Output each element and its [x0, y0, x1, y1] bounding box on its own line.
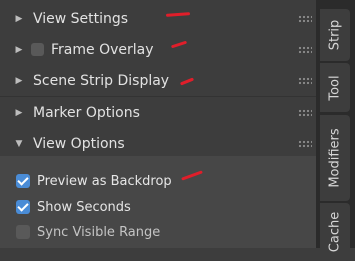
- frame-overlay-checkbox[interactable]: [31, 43, 44, 56]
- panel-header-frame-overlay[interactable]: ▶ Frame Overlay: [0, 34, 316, 65]
- preview-as-backdrop-checkbox[interactable]: [16, 174, 30, 188]
- tab-tool[interactable]: Tool: [320, 63, 350, 112]
- collapsed-arrow-icon: ▶: [15, 107, 23, 118]
- drag-grip-icon[interactable]: [298, 15, 312, 23]
- drag-grip-icon[interactable]: [298, 77, 312, 85]
- panel-header-marker-options[interactable]: ▶ Marker Options: [0, 97, 316, 128]
- panel-header-view-options[interactable]: ▼ View Options: [0, 128, 316, 159]
- sync-visible-range-option[interactable]: Sync Visible Range: [16, 222, 160, 242]
- expanded-arrow-icon: ▼: [15, 138, 23, 149]
- panel-header-label: Marker Options: [33, 104, 140, 121]
- panel-header-scene-strip-display[interactable]: ▶ Scene Strip Display: [0, 65, 316, 96]
- drag-grip-icon[interactable]: [298, 140, 312, 148]
- option-label: Show Seconds: [37, 199, 131, 215]
- tab-label: Strip: [327, 19, 343, 51]
- tab-label: Tool: [327, 74, 343, 101]
- option-label: Sync Visible Range: [37, 224, 161, 240]
- tab-strip[interactable]: Strip: [320, 9, 350, 61]
- sync-visible-range-checkbox[interactable]: [16, 225, 30, 239]
- tab-label: Modifiers: [327, 128, 343, 188]
- tab-label: Cache: [327, 211, 343, 253]
- panel-header-label: Scene Strip Display: [33, 72, 170, 89]
- drag-grip-icon[interactable]: [298, 109, 312, 117]
- drag-grip-icon[interactable]: [298, 46, 312, 54]
- panel-header-label: View Settings: [33, 10, 129, 27]
- show-seconds-checkbox[interactable]: [16, 200, 30, 214]
- sidebar-tab-strip: Strip Tool Modifiers Cache: [316, 0, 355, 261]
- sidebar-panel: ▶ View Settings ▶ Frame Overlay ▶ Scene …: [0, 0, 316, 248]
- collapsed-arrow-icon: ▶: [15, 44, 23, 55]
- panel-header-label: Frame Overlay: [51, 41, 154, 58]
- collapsed-arrow-icon: ▶: [15, 13, 23, 24]
- show-seconds-option[interactable]: Show Seconds: [16, 197, 131, 217]
- preview-as-backdrop-option[interactable]: Preview as Backdrop: [16, 171, 172, 191]
- option-label: Preview as Backdrop: [37, 173, 172, 189]
- tab-modifiers[interactable]: Modifiers: [320, 115, 350, 201]
- tab-cache[interactable]: Cache: [320, 203, 350, 261]
- collapsed-arrow-icon: ▶: [15, 75, 23, 86]
- panel-header-label: View Options: [33, 135, 125, 152]
- panel-header-view-settings[interactable]: ▶ View Settings: [0, 3, 316, 34]
